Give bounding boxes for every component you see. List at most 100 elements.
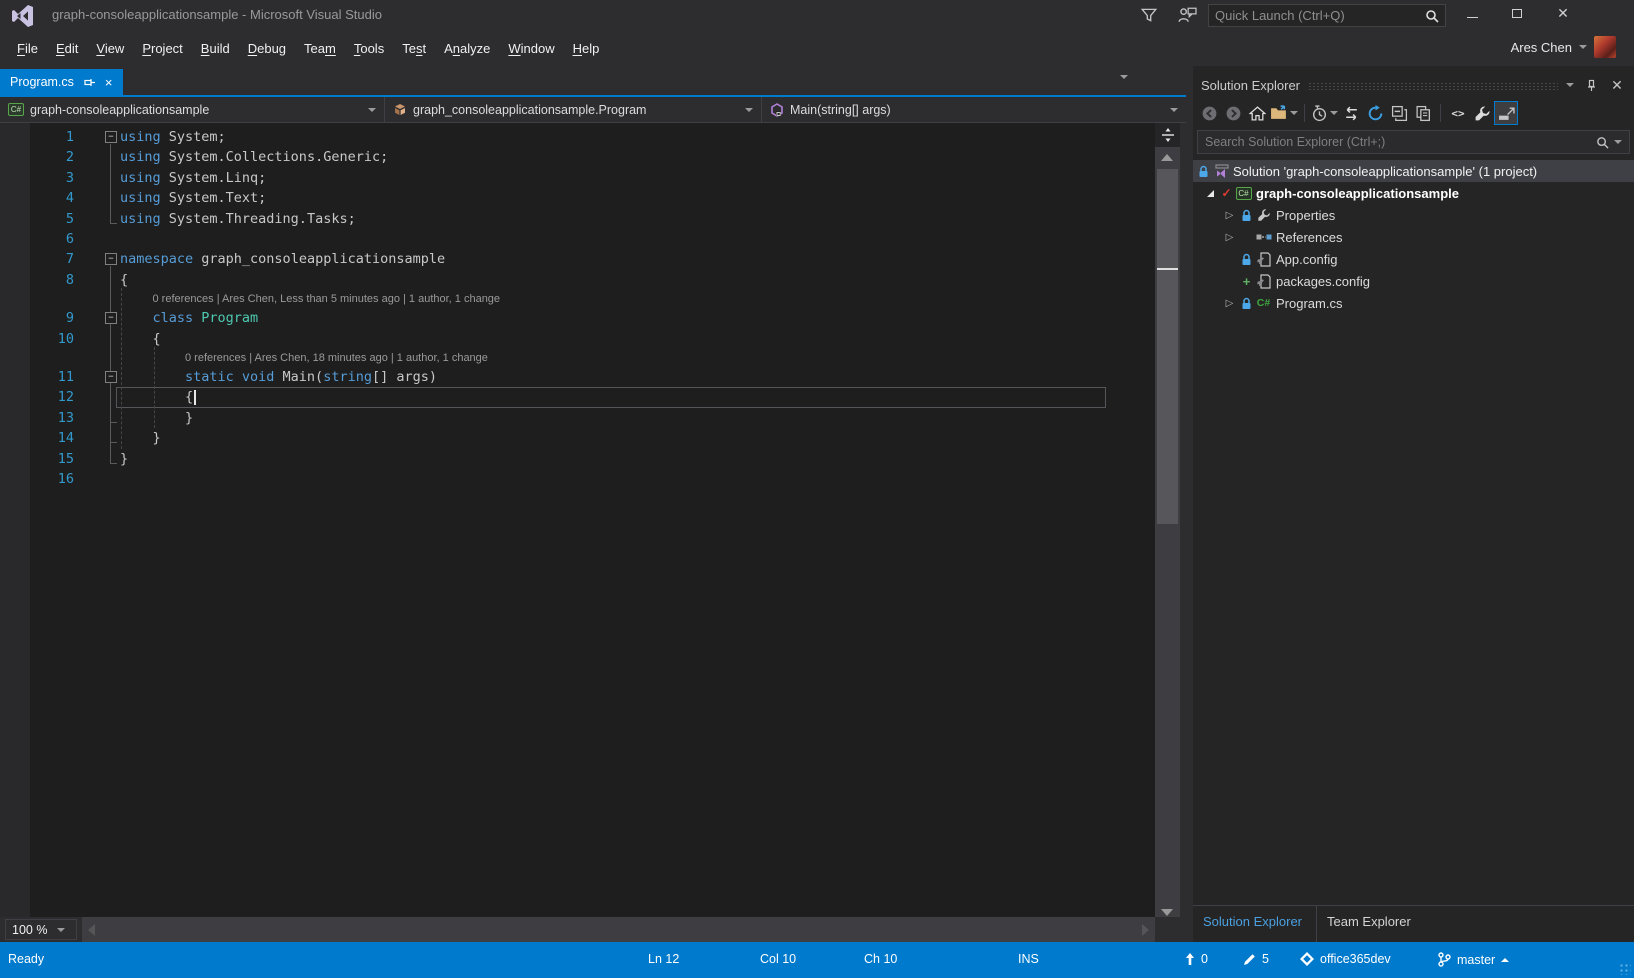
type-dropdown[interactable]: graph_consoleapplicationsample.Program [385,97,762,122]
forward-button[interactable] [1221,101,1245,125]
outline-end-tick [110,442,117,443]
properties-button[interactable] [1470,101,1494,125]
scroll-up-button[interactable] [1161,154,1173,161]
code-line[interactable]: using System.Text; [120,188,266,208]
maximize-button[interactable] [1500,0,1534,26]
member-dropdown[interactable]: Main(string[] args) [762,97,1186,122]
chevron-down-icon [1170,108,1178,112]
feedback-filter-icon[interactable] [1138,6,1160,24]
project-dropdown[interactable]: C# graph-consoleapplicationsample [0,97,385,122]
view-code-button[interactable]: <> [1446,101,1470,125]
document-well-dropdown-caret[interactable] [1120,75,1128,79]
resize-grip[interactable] [1619,963,1631,975]
pending-changes-filter-button[interactable] [1310,101,1339,125]
codelens-row[interactable]: 0 references | Ares Chen, Less than 5 mi… [153,290,501,308]
quick-launch-input[interactable]: Quick Launch (Ctrl+Q) [1208,4,1446,27]
sync-with-active-document-button[interactable] [1339,101,1363,125]
pending-edits[interactable]: 5 [1243,952,1269,966]
scroll-left-button[interactable] [88,924,95,936]
outline-guide [154,347,155,429]
lock-icon [1241,253,1252,266]
code-line[interactable]: using System.Collections.Generic; [120,147,388,167]
fold-toggle[interactable]: − [105,312,117,324]
account-office365dev[interactable]: office365dev [1300,952,1391,966]
code-line[interactable]: } [153,428,161,448]
editor-horizontal-scrollbar[interactable] [82,917,1155,942]
expander-icon[interactable]: ▷ [1221,229,1238,245]
scroll-right-button[interactable] [1142,924,1149,936]
outline-guide [110,144,111,223]
code-line[interactable]: class Program [153,308,259,328]
scrollbar-thumb[interactable] [1157,169,1178,524]
home-button[interactable] [1245,101,1269,125]
fold-toggle[interactable]: − [105,253,117,265]
zoom-select[interactable]: 100 % [5,919,77,940]
menu-item-help[interactable]: Help [564,36,609,61]
close-icon[interactable]: × [105,75,113,90]
menu-item-test[interactable]: Test [393,36,435,61]
collapse-all-button[interactable] [1387,101,1411,125]
tree-row[interactable]: ▷Properties [1193,204,1634,226]
code-line[interactable]: static void Main(string[] args) [185,367,437,387]
split-window-handle[interactable] [1155,123,1180,147]
pin-icon[interactable] [1582,76,1600,94]
expander-icon[interactable]: ▷ [1221,295,1238,311]
code-line[interactable]: using System; [120,127,226,147]
solution-explorer-search-input[interactable]: Search Solution Explorer (Ctrl+;) [1197,130,1630,154]
expander-icon[interactable]: ▷ [1221,207,1238,223]
git-branch[interactable]: master [1437,952,1509,967]
menu-item-debug[interactable]: Debug [239,36,295,61]
menu-item-tools[interactable]: Tools [345,36,393,61]
tree-row[interactable]: ▷C#Program.cs [1193,292,1634,314]
tree-row[interactable]: Solution 'graph-consoleapplicationsample… [1193,160,1634,182]
tree-row[interactable]: App.config [1193,248,1634,270]
close-button[interactable]: ✕ [1546,0,1580,26]
menu-item-build[interactable]: Build [192,36,239,61]
editor-vertical-scrollbar[interactable] [1155,123,1180,926]
menu-item-team[interactable]: Team [295,36,345,61]
expander-icon[interactable] [1201,185,1218,201]
preview-selected-items-button[interactable] [1494,101,1518,125]
refresh-button[interactable] [1363,101,1387,125]
panel-close-icon[interactable]: ✕ [1608,76,1626,94]
menu-item-window[interactable]: Window [499,36,563,61]
send-feedback-icon[interactable] [1176,6,1198,24]
show-all-files-button[interactable] [1411,101,1435,125]
code-token: using [120,170,161,186]
tab-program-cs[interactable]: Program.cs × [0,69,123,95]
bottom-tab-team-explorer[interactable]: Team Explorer [1316,906,1425,942]
menu-item-file[interactable]: File [8,36,47,61]
codelens-row[interactable]: 0 references | Ares Chen, 18 minutes ago… [185,349,488,367]
tree-row[interactable]: ▷References [1193,226,1634,248]
chevron-down-icon [57,928,65,932]
fold-toggle[interactable]: − [105,371,117,383]
pin-icon[interactable] [83,76,96,89]
panel-header[interactable]: Solution Explorer ✕ [1193,72,1634,98]
code-line[interactable]: } [120,449,128,469]
menu-item-view[interactable]: View [87,36,133,61]
avatar[interactable] [1594,36,1616,58]
line-number: 2 [0,147,74,167]
code-line[interactable]: } [185,408,193,428]
tree-row[interactable]: ✓C#graph-consoleapplicationsample [1193,182,1634,204]
fold-toggle[interactable]: − [105,131,117,143]
code-line[interactable]: using System.Linq; [120,168,266,188]
code-line[interactable]: namespace graph_consoleapplicationsample [120,249,445,269]
bottom-tab-solution-explorer[interactable]: Solution Explorer [1193,906,1316,942]
solution-explorer-panel: Solution Explorer ✕ <> Search Solution E… [1193,66,1634,942]
user-account[interactable]: Ares Chen [1511,36,1616,58]
menu-item-edit[interactable]: Edit [47,36,87,61]
back-button[interactable] [1197,101,1221,125]
minimize-button[interactable] [1455,0,1489,26]
tree-row[interactable]: +packages.config [1193,270,1634,292]
menu-item-analyze[interactable]: Analyze [435,36,499,61]
code-line[interactable]: { [185,387,193,407]
incoming-commits[interactable]: 0 [1185,952,1208,966]
menu-item-project[interactable]: Project [133,36,191,61]
code-line[interactable]: using System.Threading.Tasks; [120,209,356,229]
switch-views-button[interactable] [1269,101,1299,125]
code-editor[interactable]: 1−using System;2using System.Collections… [0,123,1155,926]
search-options-caret[interactable] [1614,140,1622,144]
panel-menu-caret[interactable] [1566,83,1574,87]
scroll-down-button[interactable] [1161,909,1173,916]
